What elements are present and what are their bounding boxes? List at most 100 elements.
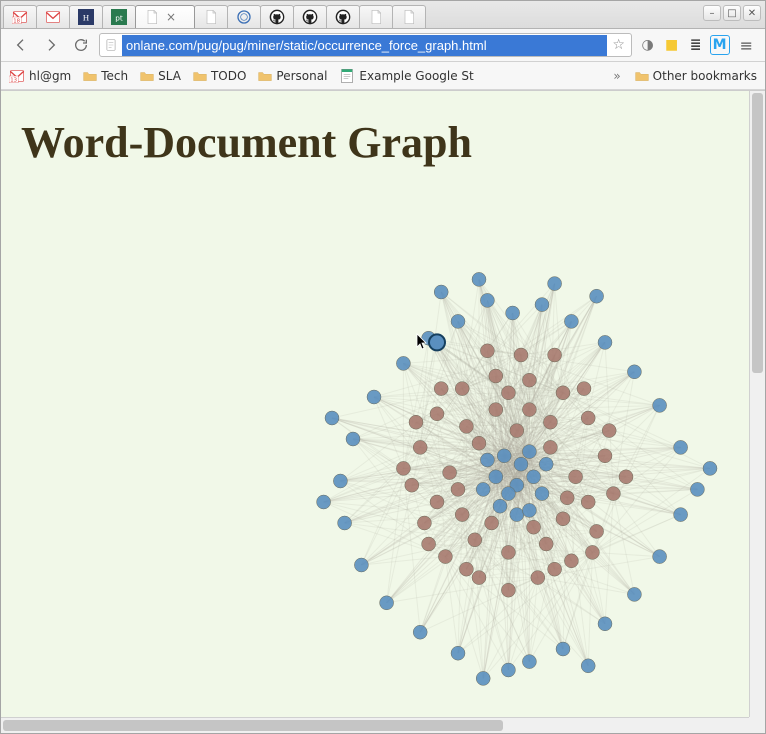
address-bar[interactable]: ☆	[99, 33, 632, 57]
graph-node[interactable]	[409, 415, 423, 429]
other-bookmarks-folder[interactable]: Other bookmarks	[635, 69, 757, 83]
graph-node[interactable]	[489, 369, 503, 383]
graph-node[interactable]	[590, 289, 604, 303]
graph-node[interactable]	[455, 382, 469, 396]
graph-node[interactable]	[434, 285, 448, 299]
graph-node[interactable]	[354, 558, 368, 572]
graph-node[interactable]	[430, 495, 444, 509]
browser-tab[interactable]	[260, 5, 294, 28]
graph-node[interactable]	[489, 403, 503, 417]
vertical-scroll-thumb[interactable]	[752, 93, 763, 373]
graph-node[interactable]	[564, 314, 578, 328]
graph-node[interactable]	[598, 617, 612, 631]
graph-node[interactable]	[485, 516, 499, 530]
extension-mail-icon[interactable]: M	[710, 35, 730, 55]
bookmark-item[interactable]: TODO	[193, 69, 246, 83]
graph-node[interactable]	[577, 382, 591, 396]
graph-node[interactable]	[674, 508, 688, 522]
graph-node[interactable]	[535, 298, 549, 312]
graph-node[interactable]	[422, 537, 436, 551]
graph-node[interactable]	[367, 390, 381, 404]
bookmark-item[interactable]: Example Google St	[339, 68, 473, 84]
browser-tab[interactable]	[36, 5, 70, 28]
graph-node[interactable]	[543, 440, 557, 454]
graph-node[interactable]	[459, 562, 473, 576]
graph-node[interactable]	[514, 457, 528, 471]
graph-node[interactable]	[493, 499, 507, 513]
graph-node[interactable]	[527, 470, 541, 484]
browser-tab[interactable]: ×	[135, 5, 195, 28]
graph-node[interactable]	[480, 344, 494, 358]
graph-node[interactable]	[451, 314, 465, 328]
graph-node[interactable]	[501, 487, 515, 501]
horizontal-scrollbar[interactable]	[1, 717, 749, 733]
graph-node[interactable]	[581, 411, 595, 425]
browser-tab[interactable]	[194, 5, 228, 28]
graph-node[interactable]	[535, 487, 549, 501]
extension-buffer-icon[interactable]: ≣	[686, 35, 706, 55]
graph-node[interactable]	[627, 587, 641, 601]
graph-node[interactable]	[606, 487, 620, 501]
graph-node[interactable]	[346, 432, 360, 446]
extension-ghostery-icon[interactable]: ◑	[638, 35, 658, 55]
browser-tab[interactable]: 18	[3, 5, 37, 28]
graph-node[interactable]	[560, 491, 574, 505]
graph-node[interactable]	[413, 440, 427, 454]
graph-node[interactable]	[674, 440, 688, 454]
graph-node[interactable]	[506, 306, 520, 320]
browser-tab[interactable]	[227, 5, 261, 28]
tab-close-icon[interactable]: ×	[166, 10, 176, 24]
vertical-scrollbar[interactable]	[749, 91, 765, 717]
graph-node[interactable]	[522, 655, 536, 669]
graph-node[interactable]	[333, 474, 347, 488]
graph-node[interactable]	[413, 625, 427, 639]
graph-node[interactable]	[501, 386, 515, 400]
bookmark-item[interactable]: SLA	[140, 69, 181, 83]
graph-node[interactable]	[430, 407, 444, 421]
browser-tab[interactable]	[326, 5, 360, 28]
graph-node[interactable]	[480, 453, 494, 467]
graph-node[interactable]	[429, 334, 445, 350]
bookmarks-overflow-button[interactable]: »	[609, 69, 624, 83]
reload-button[interactable]	[69, 34, 93, 56]
browser-tab[interactable]	[392, 5, 426, 28]
extension-notes-icon[interactable]: ■	[662, 35, 682, 55]
graph-node[interactable]	[501, 545, 515, 559]
graph-node[interactable]	[501, 663, 515, 677]
graph-node[interactable]	[510, 508, 524, 522]
graph-node[interactable]	[627, 365, 641, 379]
graph-node[interactable]	[556, 512, 570, 526]
graph-node[interactable]	[510, 424, 524, 438]
graph-node[interactable]	[317, 495, 331, 509]
graph-node[interactable]	[548, 277, 562, 291]
graph-node[interactable]	[380, 596, 394, 610]
graph-node[interactable]	[438, 550, 452, 564]
bookmark-star-icon[interactable]: ☆	[607, 37, 631, 53]
graph-node[interactable]	[598, 449, 612, 463]
graph-node[interactable]	[476, 671, 490, 685]
graph-node[interactable]	[325, 411, 339, 425]
graph-node[interactable]	[522, 445, 536, 459]
graph-node[interactable]	[703, 461, 717, 475]
graph-node[interactable]	[405, 478, 419, 492]
browser-tab[interactable]	[359, 5, 393, 28]
graph-node[interactable]	[527, 520, 541, 534]
graph-node[interactable]	[434, 382, 448, 396]
graph-node[interactable]	[564, 554, 578, 568]
graph-node[interactable]	[468, 533, 482, 547]
forward-button[interactable]	[39, 34, 63, 56]
bookmark-item[interactable]: Tech	[83, 69, 128, 83]
browser-tab[interactable]	[293, 5, 327, 28]
graph-node[interactable]	[522, 403, 536, 417]
graph-node[interactable]	[585, 545, 599, 559]
graph-node[interactable]	[522, 503, 536, 517]
browser-tab[interactable]: H	[69, 5, 103, 28]
graph-node[interactable]	[443, 466, 457, 480]
graph-node[interactable]	[451, 646, 465, 660]
url-input[interactable]	[122, 35, 607, 56]
graph-node[interactable]	[619, 470, 633, 484]
graph-node[interactable]	[338, 516, 352, 530]
graph-node[interactable]	[581, 659, 595, 673]
horizontal-scroll-thumb[interactable]	[3, 720, 503, 731]
graph-node[interactable]	[653, 398, 667, 412]
